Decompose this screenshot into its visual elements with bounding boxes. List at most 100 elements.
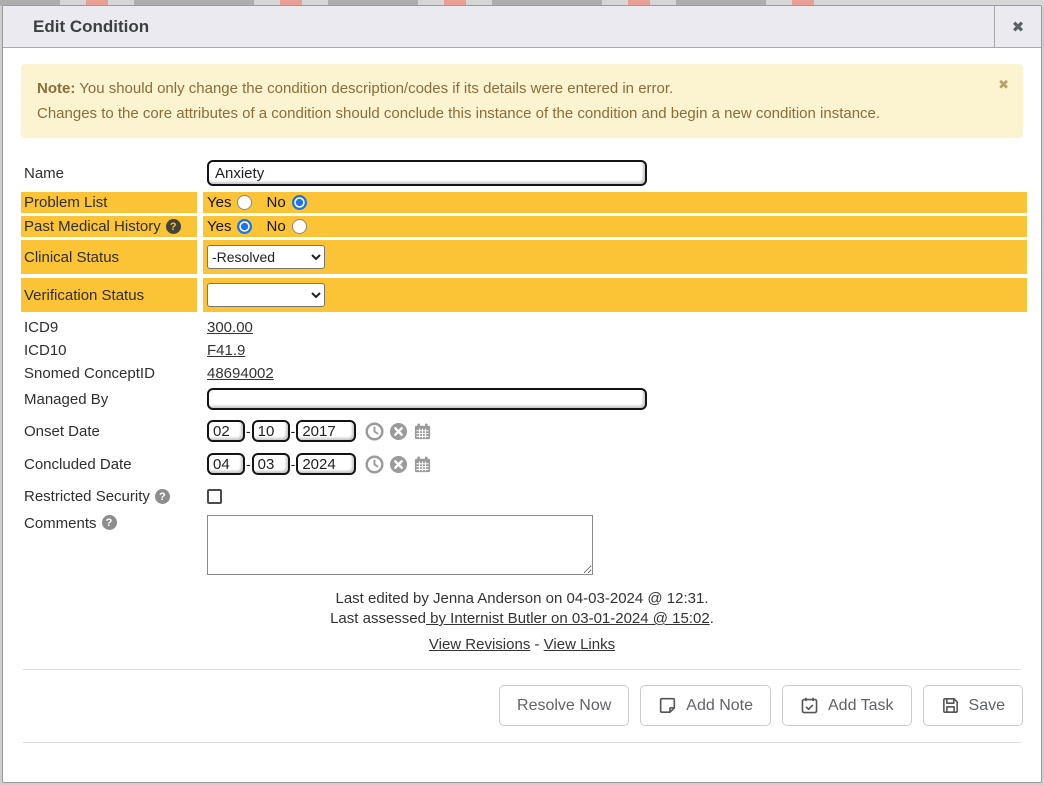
save-button[interactable]: Save	[923, 685, 1023, 726]
date-separator: -	[246, 456, 251, 472]
snomed-label: Snomed ConceptID	[21, 363, 197, 384]
comments-row: Comments ?	[21, 513, 1027, 577]
past-medical-history-radio-group: Yes No	[207, 218, 321, 235]
date-separator: -	[246, 423, 251, 439]
last-assessed-line: Last assessed by Internist Butler on 03-…	[21, 609, 1023, 629]
last-assessed-prefix: Last assessed	[330, 610, 426, 627]
problem-list-no-radio[interactable]	[292, 195, 307, 210]
condition-form: Name Problem List Yes No	[21, 158, 1027, 577]
comments-label: Comments	[24, 515, 97, 532]
action-buttons: Resolve Now Add Note Add Task Save	[21, 670, 1023, 738]
save-icon	[941, 696, 960, 715]
problem-list-row: Problem List Yes No	[21, 192, 1027, 213]
calendar-icon[interactable]	[413, 422, 432, 441]
pmh-no-radio[interactable]	[292, 219, 307, 234]
managed-by-row: Managed By	[21, 386, 1027, 412]
calendar-icon[interactable]	[413, 455, 432, 474]
concluded-year-input[interactable]	[296, 453, 356, 475]
pmh-yes-label: Yes	[207, 218, 231, 235]
add-task-button[interactable]: Add Task	[782, 685, 912, 726]
date-separator: -	[291, 423, 296, 439]
clinical-status-row: Clinical Status -Resolved	[21, 240, 1027, 274]
problem-list-radio-group: Yes No	[207, 194, 321, 211]
onset-date-label: Onset Date	[21, 418, 197, 444]
name-row: Name	[21, 158, 1027, 188]
problem-list-no-label: No	[266, 194, 285, 211]
note-dismiss-icon[interactable]: ✖	[998, 72, 1009, 97]
pmh-yes-radio[interactable]	[237, 219, 252, 234]
resolve-now-button[interactable]: Resolve Now	[499, 685, 629, 726]
help-icon[interactable]: ?	[102, 515, 117, 530]
last-edited-text: Last edited by Jenna Anderson on 04-03-2…	[21, 589, 1023, 609]
dialog-header: Edit Condition ✖	[3, 6, 1041, 48]
resolve-now-label: Resolve Now	[517, 697, 611, 715]
onset-month-input[interactable]	[207, 420, 245, 442]
name-input[interactable]	[207, 160, 647, 186]
comments-textarea[interactable]	[207, 515, 593, 575]
onset-year-input[interactable]	[296, 420, 356, 442]
last-assessed-link[interactable]: by Internist Butler on 03-01-2024 @ 15:0…	[426, 610, 710, 627]
concluded-day-input[interactable]	[252, 453, 290, 475]
bottom-divider	[23, 742, 1021, 743]
name-label: Name	[21, 158, 197, 188]
edit-condition-dialog: Edit Condition ✖ Note: You should only c…	[2, 5, 1042, 783]
date-separator: -	[291, 456, 296, 472]
warning-note-banner: Note: You should only change the conditi…	[21, 64, 1023, 138]
onset-day-input[interactable]	[252, 420, 290, 442]
add-note-button[interactable]: Add Note	[640, 685, 771, 726]
dialog-close-button[interactable]: ✖	[994, 6, 1041, 48]
view-revisions-link[interactable]: View Revisions	[429, 636, 530, 653]
help-icon[interactable]: ?	[166, 219, 181, 234]
help-icon[interactable]: ?	[155, 489, 170, 504]
icd10-row: ICD10 F41.9	[21, 340, 1027, 361]
note-line-1: Note: You should only change the conditi…	[37, 76, 983, 101]
note-text-1: You should only change the condition des…	[75, 80, 673, 97]
add-note-label: Add Note	[686, 697, 753, 715]
restricted-security-label: Restricted Security	[24, 488, 150, 505]
concluded-month-input[interactable]	[207, 453, 245, 475]
icd9-code-link[interactable]: 300.00	[207, 319, 253, 336]
save-label: Save	[969, 697, 1005, 715]
close-icon: ✖	[1012, 18, 1025, 36]
note-line-2: Changes to the core attributes of a cond…	[37, 101, 983, 126]
problem-list-yes-radio[interactable]	[237, 195, 252, 210]
note-prefix: Note:	[37, 80, 75, 97]
clear-date-icon[interactable]	[389, 422, 408, 441]
task-calendar-icon	[800, 696, 819, 715]
verification-status-row: Verification Status	[21, 278, 1027, 312]
icd10-code-link[interactable]: F41.9	[207, 342, 245, 359]
clinical-status-select[interactable]: -Resolved	[207, 245, 325, 269]
last-assessed-suffix: .	[710, 610, 714, 627]
audit-info: Last edited by Jenna Anderson on 04-03-2…	[21, 589, 1023, 655]
past-medical-history-label: Past Medical History	[24, 218, 161, 235]
pmh-no-label: No	[266, 218, 285, 235]
icd9-row: ICD9 300.00	[21, 317, 1027, 338]
snomed-code-link[interactable]: 48694002	[207, 365, 274, 382]
verification-status-label: Verification Status	[21, 278, 197, 312]
clock-icon[interactable]	[365, 455, 384, 474]
problem-list-label: Problem List	[21, 192, 197, 213]
clinical-status-label: Clinical Status	[21, 240, 197, 274]
restricted-security-checkbox[interactable]	[207, 489, 222, 504]
note-icon	[658, 696, 677, 715]
managed-by-label: Managed By	[21, 386, 197, 412]
dialog-title: Edit Condition	[3, 17, 994, 37]
icd9-label: ICD9	[21, 317, 197, 338]
dialog-body: Note: You should only change the conditi…	[3, 48, 1041, 782]
snomed-row: Snomed ConceptID 48694002	[21, 363, 1027, 384]
audit-links: View Revisions - View Links	[21, 635, 1023, 655]
concluded-date-row: Concluded Date - -	[21, 451, 1027, 477]
links-separator: -	[530, 636, 543, 653]
clear-date-icon[interactable]	[389, 455, 408, 474]
restricted-security-row: Restricted Security ?	[21, 486, 1027, 507]
clock-icon[interactable]	[365, 422, 384, 441]
past-medical-history-row: Past Medical History ? Yes No	[21, 216, 1027, 237]
problem-list-yes-label: Yes	[207, 194, 231, 211]
concluded-date-label: Concluded Date	[21, 451, 197, 477]
view-links-link[interactable]: View Links	[544, 636, 615, 653]
verification-status-select[interactable]	[207, 283, 325, 307]
onset-date-row: Onset Date - -	[21, 418, 1027, 444]
managed-by-input[interactable]	[207, 388, 647, 410]
add-task-label: Add Task	[828, 697, 894, 715]
icd10-label: ICD10	[21, 340, 197, 361]
